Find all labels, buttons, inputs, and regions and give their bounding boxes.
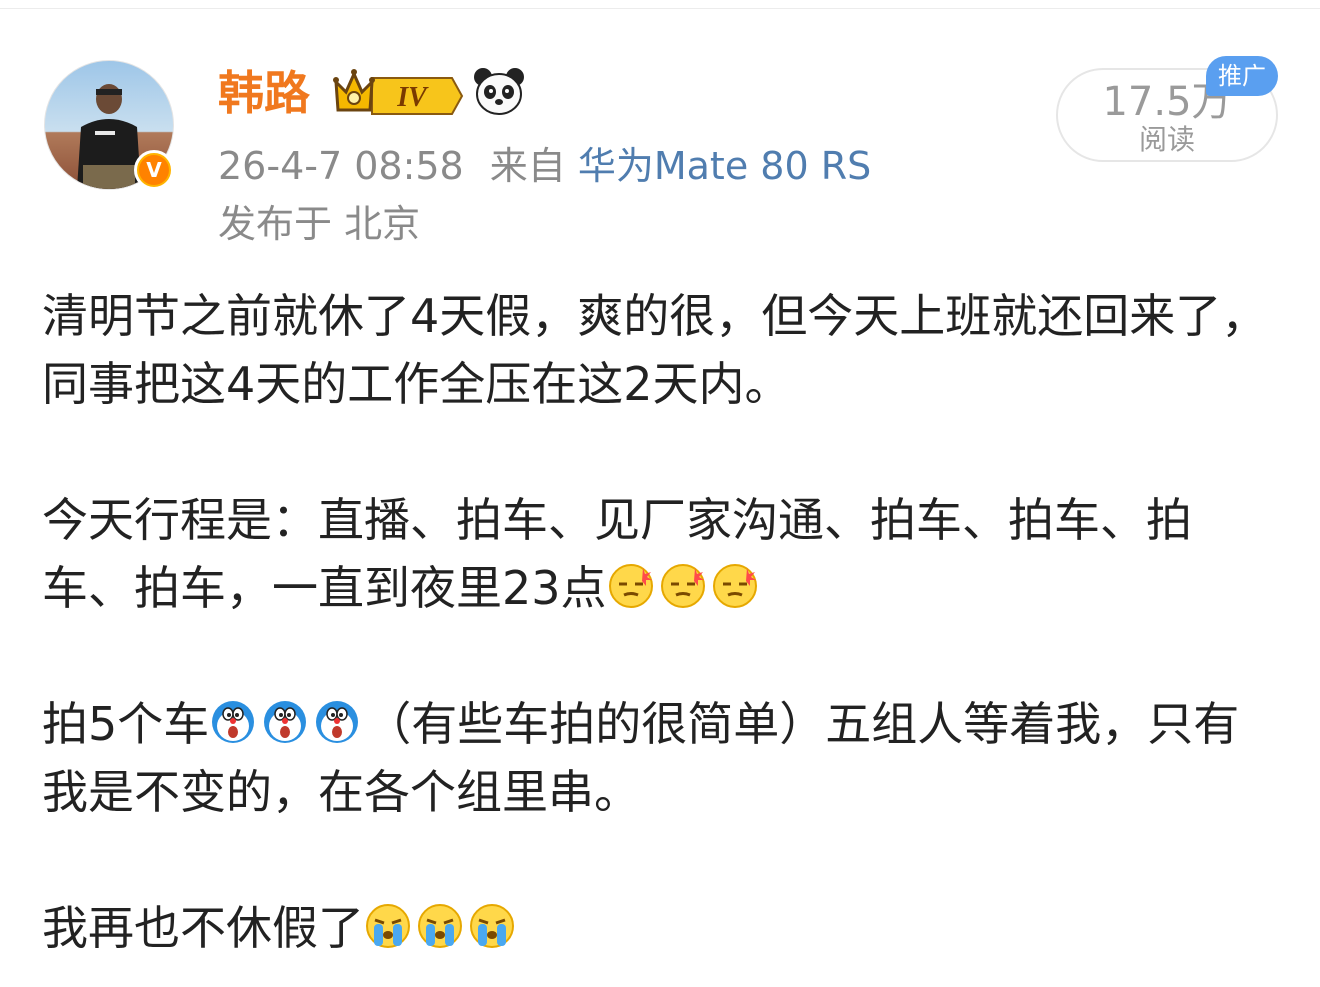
- post-location: 发布于 北京: [218, 202, 421, 246]
- post-paragraph: 我再也不休假了: [42, 894, 1282, 962]
- crying-face-icon: [366, 904, 410, 948]
- doraemon-face-icon: [264, 701, 307, 743]
- post-paragraph: 今天行程是：直播、拍车、见厂家沟通、拍车、拍车、拍车、拍车，一直到夜里23点: [42, 486, 1282, 622]
- crown-level-badge-icon[interactable]: IV: [332, 66, 464, 118]
- level-text: IV: [396, 82, 429, 113]
- post-body: 清明节之前就休了4天假，爽的很，但今天上班就还回来了，同事把这4天的工作全压在这…: [42, 282, 1282, 962]
- annoyed-face-icon: [660, 564, 705, 608]
- promote-badge[interactable]: 推广: [1206, 56, 1278, 96]
- verified-v-icon: V: [134, 150, 174, 190]
- source-device-link[interactable]: 华为Mate 80 RS: [578, 144, 871, 188]
- read-count-label: 阅读: [1138, 123, 1195, 156]
- post-paragraph: 拍5个车 （有些车拍的很简单）五组人等着我，只有我是不变的，在各个组里串。: [42, 690, 1282, 826]
- post-paragraph-text: 拍5个车: [42, 697, 210, 751]
- annoyed-face-icon: [608, 564, 653, 608]
- crying-face-icon: [418, 904, 462, 948]
- crying-face-icon: [470, 904, 514, 948]
- post-meta: 26-4-7 08:58 来自 华为Mate 80 RS: [218, 142, 871, 190]
- doraemon-face-icon: [212, 701, 255, 743]
- author-name[interactable]: 韩路: [218, 64, 310, 122]
- author-avatar[interactable]: V: [44, 60, 174, 190]
- top-divider: [0, 8, 1320, 9]
- post-timestamp: 26-4-7 08:58: [218, 144, 464, 188]
- annoyed-face-icon: [712, 564, 757, 608]
- source-prefix: 来自: [489, 144, 566, 188]
- panda-icon: [472, 66, 526, 116]
- post-paragraph-text: 我再也不休假了: [42, 901, 364, 955]
- doraemon-face-icon: [316, 701, 359, 743]
- post-paragraph: 清明节之前就休了4天假，爽的很，但今天上班就还回来了，同事把这4天的工作全压在这…: [42, 289, 1268, 411]
